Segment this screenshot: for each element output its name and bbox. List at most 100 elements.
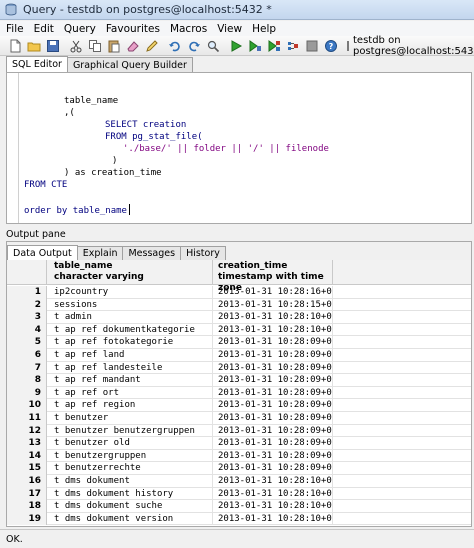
menu-favourites[interactable]: Favourites: [106, 23, 160, 35]
cell-table-name[interactable]: t benutzer old: [47, 437, 213, 450]
table-row[interactable]: 9t ap ref ort 2013-01-31 10:28:09+01: [7, 386, 471, 400]
cell-table-name[interactable]: t ap ref dokumentkategorie: [47, 323, 213, 337]
code-line: ,(: [64, 108, 75, 118]
tab-data-output[interactable]: Data Output: [7, 245, 78, 260]
cell-creation-time[interactable]: 2013-01-31 10:28:09+01: [213, 386, 333, 400]
table-row[interactable]: 10 t ap ref region 2013-01-31 10:28:09+01: [7, 399, 471, 412]
cut-icon[interactable]: [69, 39, 83, 53]
explain-analyze-icon[interactable]: [286, 39, 300, 53]
table-row[interactable]: 19 t dms dokument version 2013-01-31 10:28…: [7, 512, 471, 526]
cell-creation-time[interactable]: 2013-01-31 10:28:09+01: [213, 336, 333, 349]
table-row[interactable]: 8t ap ref mandant 2013-01-31 10:28:09+01: [7, 374, 471, 387]
find-icon[interactable]: [206, 39, 220, 53]
table-row[interactable]: 17 t dms dokument history 2013-01-31 10:28…: [7, 487, 471, 501]
connection-label[interactable]: testdb on postgres@localhost:5432: [353, 35, 474, 57]
cell-creation-time[interactable]: 2013-01-31 10:28:10+01: [213, 512, 333, 526]
cell-creation-time[interactable]: 2013-01-31 10:28:10+01: [213, 500, 333, 513]
paste-icon[interactable]: [107, 39, 121, 53]
new-file-icon[interactable]: [8, 39, 22, 53]
table-row[interactable]: 12 t benutzer benutzergruppen 2013-01-31 1…: [7, 424, 471, 438]
cell-creation-time[interactable]: 2013-01-31 10:28:09+01: [213, 424, 333, 438]
execute-to-file-icon[interactable]: [248, 39, 262, 53]
menu-macros[interactable]: Macros: [170, 23, 207, 35]
menu-file[interactable]: File: [6, 23, 24, 35]
status-text: OK.: [6, 533, 23, 545]
code-line: ) as creation_time: [64, 168, 162, 178]
cell-creation-time[interactable]: 2013-01-31 10:28:09+01: [213, 361, 333, 375]
row-number: 17: [7, 487, 47, 501]
table-row[interactable]: 6t ap ref land 2013-01-31 10:28:09+01: [7, 348, 471, 362]
tab-graphical-query-builder[interactable]: Graphical Query Builder: [66, 57, 193, 72]
tab-messages[interactable]: Messages: [122, 246, 182, 260]
save-icon[interactable]: [46, 39, 60, 53]
explain-icon[interactable]: [267, 39, 281, 53]
open-folder-icon[interactable]: [27, 39, 41, 53]
cell-creation-time[interactable]: 2013-01-31 10:28:09+01: [213, 348, 333, 362]
menu-help[interactable]: Help: [252, 23, 276, 35]
cell-table-name[interactable]: t dms dokument: [47, 474, 213, 488]
cell-table-name[interactable]: t benutzer benutzergruppen: [47, 424, 213, 438]
cell-creation-time[interactable]: 2013-01-31 10:28:09+01: [213, 374, 333, 387]
cell-creation-time[interactable]: 2013-01-31 10:28:10+01: [213, 323, 333, 337]
cell-creation-time[interactable]: 2013-01-31 10:28:15+01: [213, 298, 333, 312]
cell-table-name[interactable]: t ap ref fotokategorie: [47, 336, 213, 349]
tab-explain[interactable]: Explain: [76, 246, 124, 260]
column-type: character varying: [54, 272, 144, 282]
copy-icon[interactable]: [88, 39, 102, 53]
table-row[interactable]: 16 t dms dokument 2013-01-31 10:28:10+01: [7, 474, 471, 488]
cancel-icon[interactable]: [305, 39, 319, 53]
table-row[interactable]: 15 t benutzerrechte 2013-01-31 10:28:09+01: [7, 462, 471, 475]
table-row[interactable]: 4t ap ref dokumentkategorie 2013-01-31 10…: [7, 323, 471, 337]
table-row[interactable]: 1 ip2country 2013-01-31 10:28:16+01: [7, 286, 471, 299]
cell-table-name[interactable]: ip2country: [47, 286, 213, 299]
cell-table-name[interactable]: t ap ref region: [47, 399, 213, 412]
tab-sql-editor[interactable]: SQL Editor: [6, 56, 68, 72]
sql-editor[interactable]: table_name ,( SELECT creation FROM pg_st…: [6, 72, 472, 224]
cell-creation-time[interactable]: 2013-01-31 10:28:09+01: [213, 462, 333, 475]
cell-table-name[interactable]: t admin: [47, 311, 213, 324]
cell-creation-time[interactable]: 2013-01-31 10:28:09+01: [213, 449, 333, 463]
table-row[interactable]: 11 t benutzer 2013-01-31 10:28:09+01: [7, 411, 471, 425]
redo-icon[interactable]: [187, 39, 201, 53]
table-row[interactable]: 18 t dms dokument suche 2013-01-31 10:28:1…: [7, 500, 471, 513]
column-header-table-name[interactable]: table_name character varying: [47, 260, 213, 285]
menu-view[interactable]: View: [217, 23, 242, 35]
cell-creation-time[interactable]: 2013-01-31 10:28:09+01: [213, 411, 333, 425]
undo-icon[interactable]: [168, 39, 182, 53]
column-name: table_name: [54, 261, 113, 271]
data-grid[interactable]: table_name character varying creation_ti…: [7, 260, 471, 526]
tab-history[interactable]: History: [180, 246, 226, 260]
table-row[interactable]: 3t admin 2013-01-31 10:28:10+01: [7, 311, 471, 324]
menu-edit[interactable]: Edit: [34, 23, 54, 35]
cell-table-name[interactable]: sessions: [47, 298, 213, 312]
table-row[interactable]: 13 t benutzer old 2013-01-31 10:28:09+01: [7, 437, 471, 450]
column-header-creation-time[interactable]: creation_time timestamp with time zone: [213, 260, 333, 293]
help-icon[interactable]: ?: [324, 39, 338, 53]
table-row[interactable]: 7t ap ref landesteile 2013-01-31 10:28:09…: [7, 361, 471, 375]
cell-table-name[interactable]: t ap ref land: [47, 348, 213, 362]
table-row[interactable]: 14 t benutzergruppen 2013-01-31 10:28:09+0…: [7, 449, 471, 463]
cell-table-name[interactable]: t benutzer: [47, 411, 213, 425]
cell-creation-time[interactable]: 2013-01-31 10:28:10+01: [213, 487, 333, 501]
table-row[interactable]: 5t ap ref fotokategorie 2013-01-31 10:28:…: [7, 336, 471, 349]
cell-creation-time[interactable]: 2013-01-31 10:28:10+01: [213, 311, 333, 324]
clear-icon[interactable]: [126, 39, 140, 53]
cell-table-name[interactable]: t ap ref landesteile: [47, 361, 213, 375]
cell-table-name[interactable]: t dms dokument version: [47, 512, 213, 526]
cell-table-name[interactable]: t dms dokument suche: [47, 500, 213, 513]
cell-table-name[interactable]: t dms dokument history: [47, 487, 213, 501]
edit-icon[interactable]: [145, 39, 159, 53]
cell-table-name[interactable]: t ap ref mandant: [47, 374, 213, 387]
editor-text-area[interactable]: table_name ,( SELECT creation FROM pg_st…: [18, 73, 471, 223]
cell-creation-time[interactable]: 2013-01-31 10:28:16+01: [213, 286, 333, 299]
execute-icon[interactable]: [229, 39, 243, 53]
menu-query[interactable]: Query: [64, 23, 96, 35]
connection-checkbox[interactable]: [347, 40, 349, 51]
cell-table-name[interactable]: t benutzergruppen: [47, 449, 213, 463]
cell-creation-time[interactable]: 2013-01-31 10:28:10+01: [213, 474, 333, 488]
cell-creation-time[interactable]: 2013-01-31 10:28:09+01: [213, 399, 333, 412]
cell-table-name[interactable]: t ap ref ort: [47, 386, 213, 400]
cell-table-name[interactable]: t benutzerrechte: [47, 462, 213, 475]
cell-creation-time[interactable]: 2013-01-31 10:28:09+01: [213, 437, 333, 450]
table-row[interactable]: 2 sessions 2013-01-31 10:28:15+01: [7, 298, 471, 312]
